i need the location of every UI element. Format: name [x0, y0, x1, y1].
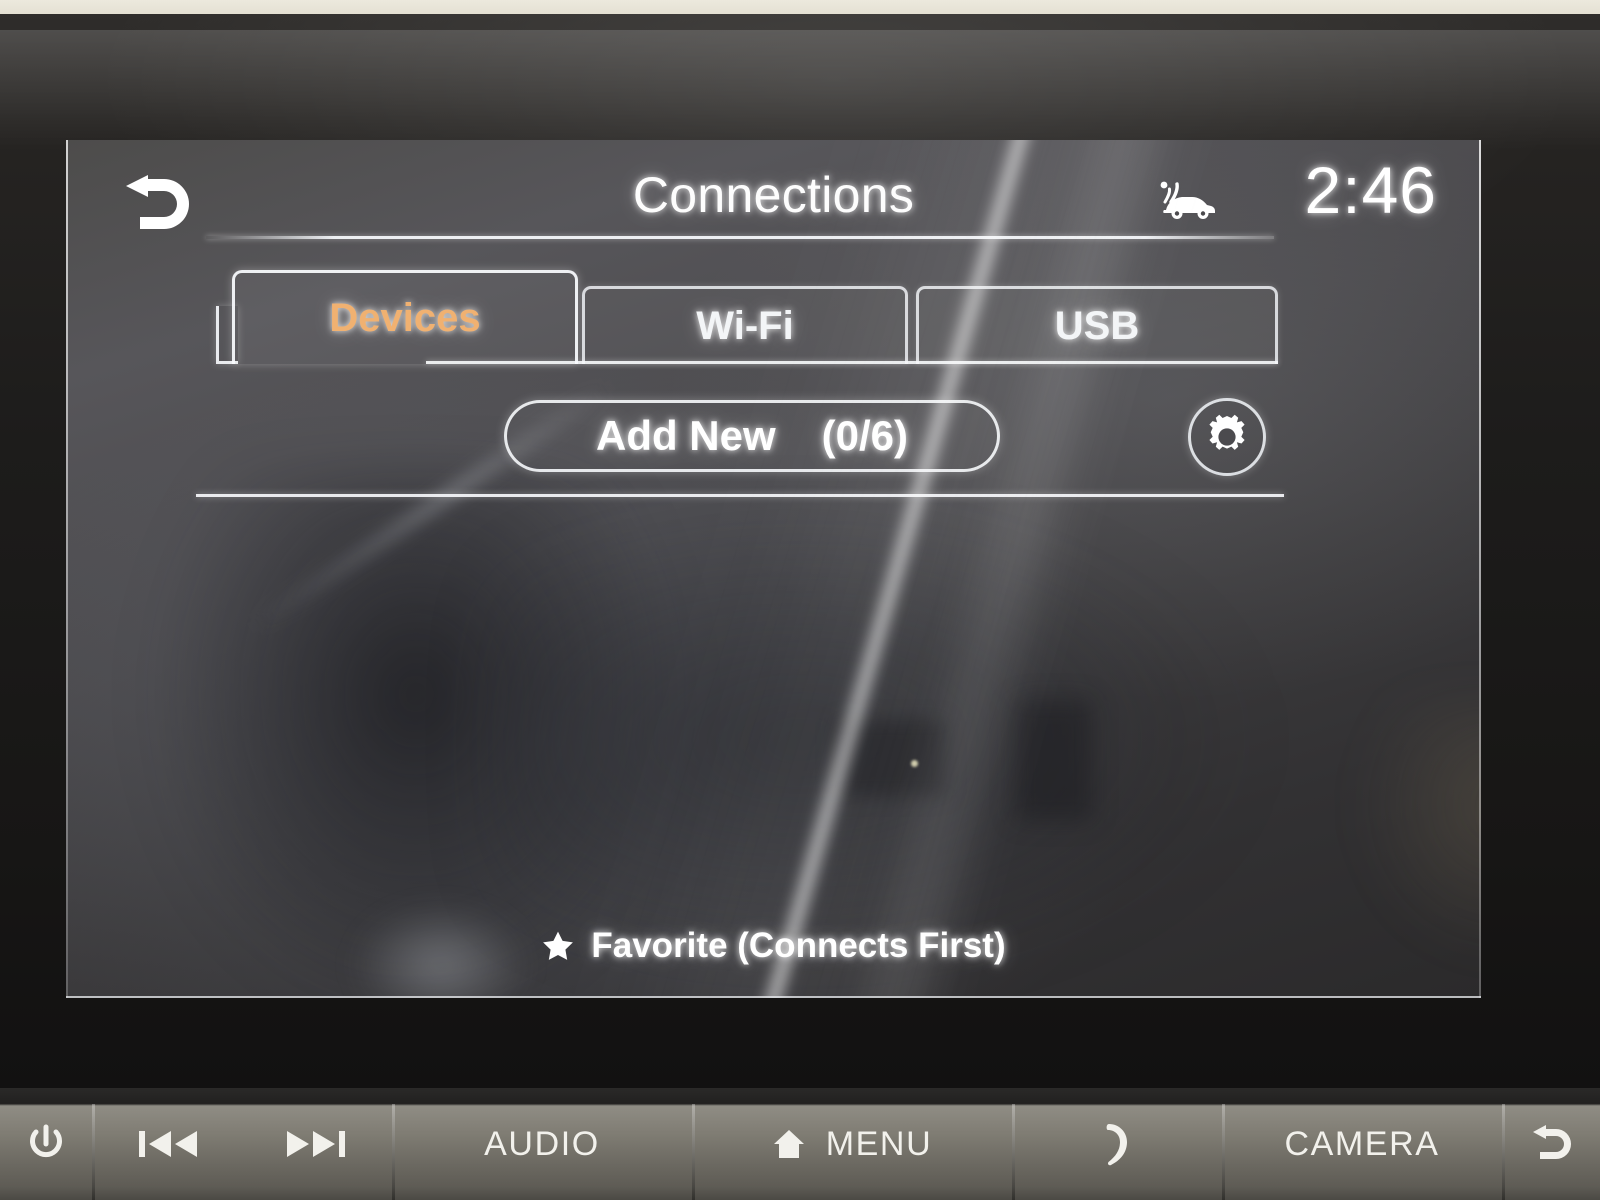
phone-button[interactable]: [1012, 1088, 1222, 1200]
action-row-divider: [196, 494, 1284, 497]
audio-button-label: AUDIO: [484, 1124, 600, 1163]
previous-track-icon[interactable]: [137, 1127, 199, 1161]
tab-devices[interactable]: Devices: [232, 270, 578, 364]
connected-car-icon: [1152, 172, 1224, 228]
gear-icon: [1202, 412, 1252, 462]
next-track-icon[interactable]: [285, 1127, 347, 1161]
power-icon: [26, 1122, 66, 1166]
tab-usb[interactable]: USB: [916, 286, 1278, 364]
paired-device-count: (0/6): [821, 412, 909, 459]
add-new-button[interactable]: Add New (0/6): [504, 400, 1000, 472]
home-icon: [772, 1127, 806, 1161]
track-buttons[interactable]: [92, 1088, 392, 1200]
add-new-label: Add New: [595, 412, 776, 459]
infotainment-screen[interactable]: Connections 2:46 Devices Wi-Fi USB Add N…: [66, 140, 1481, 998]
audio-button[interactable]: AUDIO: [392, 1088, 692, 1200]
phone-handset-icon: [1097, 1120, 1137, 1168]
menu-button[interactable]: MENU: [692, 1088, 1012, 1200]
clock: 2:46: [1304, 153, 1437, 227]
back-arrow-icon: [1528, 1124, 1574, 1164]
bezel-sheen: [0, 30, 1600, 150]
screen-bottom-edge: [66, 996, 1481, 998]
header-divider: [206, 236, 1274, 239]
favorite-legend-text: Favorite (Connects First): [591, 926, 1006, 965]
tab-bar: Devices Wi-Fi USB: [216, 268, 1278, 364]
page-title: Connections: [632, 167, 915, 223]
star-icon: [541, 929, 575, 963]
photograph-of-head-unit: Connections 2:46 Devices Wi-Fi USB Add N…: [0, 0, 1600, 1200]
settings-button[interactable]: [1188, 398, 1266, 476]
menu-button-label: MENU: [825, 1124, 933, 1163]
camera-button[interactable]: CAMERA: [1222, 1088, 1502, 1200]
power-button[interactable]: [0, 1088, 92, 1200]
paired-device-list[interactable]: [196, 502, 1284, 902]
tab-wifi[interactable]: Wi-Fi: [582, 286, 908, 364]
hardware-button-bar: AUDIO MENU CAMERA: [0, 1088, 1600, 1200]
camera-button-label: CAMERA: [1284, 1124, 1440, 1163]
favorite-legend: Favorite (Connects First): [66, 926, 1481, 966]
screen-ui-layer: Connections 2:46 Devices Wi-Fi USB Add N…: [66, 140, 1481, 998]
back-hard-button[interactable]: [1502, 1088, 1600, 1200]
